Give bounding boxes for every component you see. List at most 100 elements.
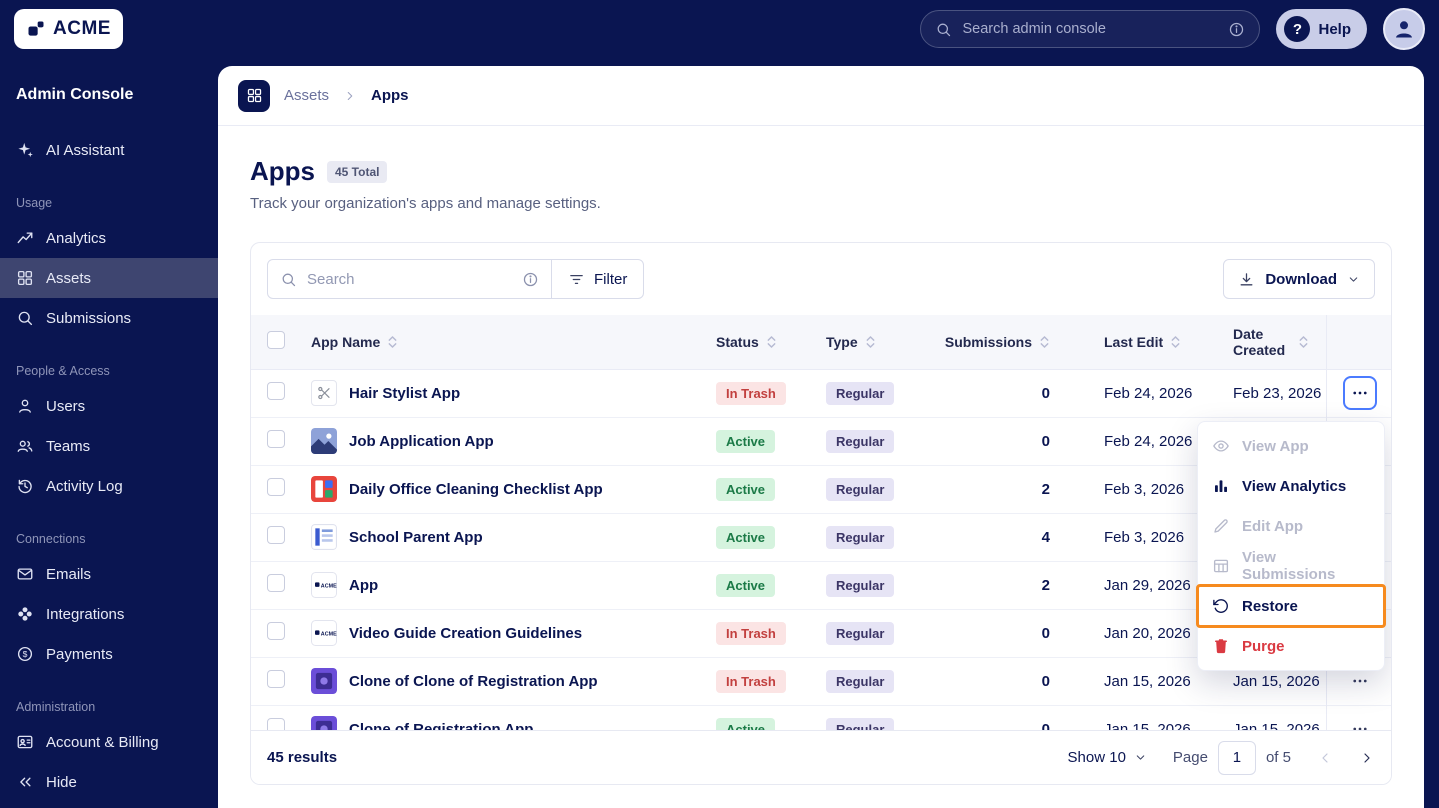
sidebar-item-emails[interactable]: Emails (0, 554, 218, 594)
activity-icon (16, 477, 34, 495)
column-header-app-name: App Name (311, 333, 381, 350)
sort-icon[interactable] (1298, 335, 1309, 349)
row-checkbox[interactable] (267, 382, 285, 400)
sidebar-hide-button[interactable]: Hide (0, 762, 218, 802)
show-per-page-select[interactable]: Show 10 (1068, 749, 1147, 766)
menu-item-view-submissions: View Submissions (1198, 546, 1384, 586)
acme-logo-icon (26, 19, 46, 39)
last-edit-date: Jan 20, 2026 (1066, 608, 1196, 657)
breadcrumb-assets-link[interactable]: Assets (284, 87, 329, 104)
type-badge: Regular (826, 429, 895, 453)
app-name[interactable]: Clone of Registration App (349, 721, 533, 730)
menu-item-label: View Analytics (1242, 477, 1347, 495)
menu-item-restore[interactable]: Restore (1196, 584, 1386, 628)
column-header-type: Type (826, 333, 858, 350)
sidebar-item-activity-log[interactable]: Activity Log (0, 466, 218, 506)
restore-icon (1212, 597, 1230, 615)
type-badge: Regular (826, 573, 895, 597)
main-panel: Assets Apps Apps 45 Total Track your org… (218, 66, 1424, 808)
show-label: Show 10 (1067, 749, 1126, 766)
app-name[interactable]: School Parent App (349, 529, 483, 546)
type-badge: Regular (826, 381, 895, 405)
app-name[interactable]: Hair Stylist App (349, 385, 460, 402)
user-avatar[interactable] (1383, 8, 1425, 50)
sidebar: Admin Console AI Assistant Usage Analytic… (0, 58, 218, 808)
admin-search-input[interactable] (962, 21, 1219, 37)
sidebar-item-teams[interactable]: Teams (0, 426, 218, 466)
sidebar-item-account-billing[interactable]: Account & Billing (0, 722, 218, 762)
menu-item-label: View Submissions (1242, 549, 1336, 583)
page-number-input[interactable] (1217, 740, 1256, 775)
info-icon (522, 271, 539, 288)
type-badge: Regular (826, 669, 895, 693)
row-checkbox[interactable] (267, 670, 285, 688)
row-checkbox[interactable] (267, 430, 285, 448)
topbar: ACME ? Help (0, 0, 1439, 58)
sidebar-item-assets[interactable]: Assets (0, 258, 218, 298)
help-button[interactable]: ? Help (1276, 9, 1367, 49)
row-actions-button[interactable] (1343, 712, 1377, 730)
hide-label: Hide (46, 773, 77, 791)
sidebar-item-users[interactable]: Users (0, 386, 218, 426)
table-toolbar: Filter Download (251, 243, 1391, 315)
sidebar-item-integrations[interactable]: Integrations (0, 594, 218, 634)
app-name[interactable]: App (349, 577, 378, 594)
assets-breadcrumb-icon (238, 79, 270, 112)
download-label: Download (1265, 270, 1337, 288)
results-count: 45 results (267, 749, 338, 766)
row-actions-button[interactable] (1342, 376, 1377, 410)
sidebar-item-ai-assistant[interactable]: AI Assistant (0, 130, 218, 170)
column-header-status: Status (716, 333, 759, 350)
download-button[interactable]: Download (1223, 259, 1375, 299)
download-icon (1238, 271, 1255, 288)
row-checkbox[interactable] (267, 478, 285, 496)
table-search[interactable] (267, 259, 552, 299)
menu-item-label: View App (1242, 437, 1309, 455)
app-thumb-purple-icon (311, 716, 337, 730)
next-page-button[interactable] (1359, 750, 1375, 766)
submissions-count: 0 (1041, 384, 1050, 402)
table-search-input[interactable] (307, 270, 512, 288)
sort-icon[interactable] (766, 335, 777, 349)
type-badge: Regular (826, 477, 895, 501)
sidebar-item-label: Analytics (46, 229, 107, 247)
sparkle-icon (16, 141, 34, 159)
app-name[interactable]: Daily Office Cleaning Checklist App (349, 481, 603, 498)
row-checkbox[interactable] (267, 622, 285, 640)
sidebar-item-label: Emails (46, 565, 92, 583)
menu-item-purge[interactable]: Purge (1198, 626, 1384, 666)
sidebar-item-submissions[interactable]: Submissions (0, 298, 218, 338)
sort-icon[interactable] (1170, 335, 1181, 349)
last-edit-date: Feb 3, 2026 (1066, 464, 1196, 513)
app-name[interactable]: Clone of Clone of Registration App (349, 673, 598, 690)
submissions-count: 2 (956, 560, 1066, 609)
admin-search[interactable] (920, 10, 1261, 48)
select-all-checkbox[interactable] (267, 331, 285, 350)
menu-item-view-analytics[interactable]: View Analytics (1198, 466, 1384, 506)
filter-button[interactable]: Filter (551, 259, 645, 299)
row-checkbox[interactable] (267, 526, 285, 544)
sort-icon[interactable] (865, 335, 876, 349)
sidebar-item-payments[interactable]: $ Payments (0, 634, 218, 674)
breadcrumb: Assets Apps (218, 66, 1424, 126)
app-name[interactable]: Job Application App (349, 433, 494, 450)
sidebar-item-label: AI Assistant (46, 141, 125, 159)
app-thumb-purple-icon (311, 668, 337, 694)
submissions-count: 0 (956, 416, 1066, 465)
sidebar-section-label: People & Access (16, 364, 110, 378)
table-header-row: App Name Status Type Submissions Last Ed… (251, 315, 1391, 370)
acme-logo[interactable]: ACME (14, 9, 123, 49)
sidebar-item-label: Assets (46, 269, 92, 287)
help-label: Help (1318, 20, 1351, 38)
sort-icon[interactable] (1039, 335, 1050, 349)
app-name[interactable]: Video Guide Creation Guidelines (349, 625, 582, 642)
previous-page-button[interactable] (1317, 750, 1333, 766)
last-edit-date: Feb 3, 2026 (1066, 512, 1196, 561)
row-checkbox[interactable] (267, 574, 285, 592)
sort-icon[interactable] (387, 335, 398, 349)
sidebar-item-analytics[interactable]: Analytics (0, 218, 218, 258)
svg-text:ACME: ACME (321, 584, 337, 590)
search-icon (280, 271, 297, 288)
row-checkbox[interactable] (267, 718, 285, 730)
eye-icon (1212, 437, 1230, 455)
